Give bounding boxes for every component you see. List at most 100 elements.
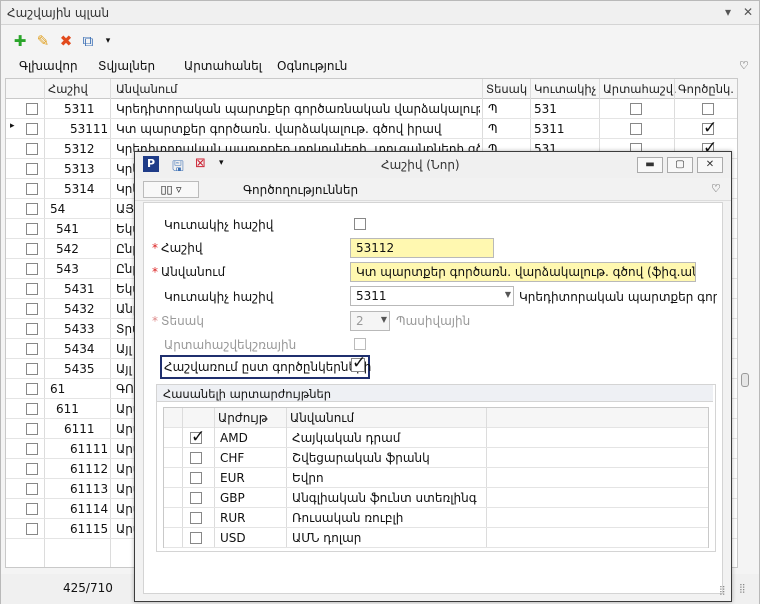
add-icon[interactable]: ✚: [11, 32, 29, 50]
currency-row[interactable]: AMD Հայկական դրամ: [164, 427, 708, 448]
col-accumulator[interactable]: Կուտակիչ: [534, 82, 596, 96]
row-select-checkbox[interactable]: [26, 423, 38, 435]
dialog-toolbar-dropdown-icon[interactable]: ▾: [219, 158, 224, 168]
currency-checkbox[interactable]: [190, 427, 205, 447]
row-select-checkbox[interactable]: [26, 463, 38, 475]
name-input[interactable]: Կտ պարտքեր գործառն. վարձակալութ. գծով (ֆ…: [350, 262, 696, 282]
row-code: 5314: [64, 182, 95, 196]
row-code: 5432: [64, 302, 95, 316]
offbalance-checkbox: [354, 338, 366, 350]
row-select-checkbox[interactable]: [26, 443, 38, 455]
grid-scrollbar[interactable]: [739, 79, 751, 567]
row-select-checkbox[interactable]: [26, 123, 38, 135]
row-select-checkbox[interactable]: [26, 103, 38, 115]
col-type[interactable]: Տեսակ: [486, 82, 527, 96]
cur-col-name[interactable]: Անվանում: [290, 411, 354, 425]
dialog-resize-grip-icon[interactable]: ⣿: [719, 586, 726, 596]
currency-name: Ռուսական ռուբլի: [292, 511, 404, 525]
currency-code: USD: [220, 531, 246, 545]
toolbar-dropdown-icon[interactable]: ▾: [99, 32, 117, 50]
row-code: 61: [50, 382, 66, 396]
dialog-title-bar: P 🖫 ⊠ ▾ Հաշիվ (Նոր) ▬ ▢ ✕: [135, 152, 731, 178]
save-close-icon[interactable]: ⊠: [195, 156, 206, 171]
currency-row[interactable]: RUR Ռուսական ռուբլի: [164, 508, 708, 528]
row-select-checkbox[interactable]: [26, 343, 38, 355]
app-logo-icon: P: [143, 156, 159, 172]
type-desc: Պասիվային: [396, 314, 471, 328]
dialog-close-button[interactable]: ✕: [697, 157, 723, 173]
currency-checkbox[interactable]: [190, 452, 202, 464]
resize-grip-icon[interactable]: ⣿: [739, 584, 746, 594]
close-icon[interactable]: ✕: [741, 5, 755, 19]
account-label: Հաշիվ: [161, 241, 203, 255]
copy-icon[interactable]: ⧉: [79, 32, 97, 50]
col-code[interactable]: Հաշիվ: [48, 82, 88, 96]
row-select-checkbox[interactable]: [26, 223, 38, 235]
row-type: Պ: [488, 102, 498, 116]
row-select-checkbox[interactable]: [26, 203, 38, 215]
dialog-actions-menu[interactable]: Գործողություններ: [243, 183, 358, 197]
row-partner-checkbox[interactable]: [702, 103, 714, 115]
row-name: Կտ պարտքեր գործառն. վարձակալութ. գծով իր…: [116, 122, 442, 136]
currency-checkbox[interactable]: [190, 512, 202, 524]
type-value: 2: [356, 314, 364, 328]
row-select-checkbox[interactable]: [26, 483, 38, 495]
name-label: Անվանում: [161, 265, 226, 279]
row-select-checkbox[interactable]: [26, 403, 38, 415]
row-select-checkbox[interactable]: [26, 323, 38, 335]
row-code: 53111: [70, 122, 109, 136]
maximize-button[interactable]: ▢: [667, 157, 693, 173]
currency-checkbox[interactable]: [190, 472, 202, 484]
row-select-checkbox[interactable]: [26, 363, 38, 375]
row-select-checkbox[interactable]: [26, 183, 38, 195]
currency-row[interactable]: GBP Անգլիական ֆունտ ստեռլինգ: [164, 488, 708, 508]
row-select-checkbox[interactable]: [26, 503, 38, 515]
title-bar: Հաշվային պլան ▾ ✕: [1, 1, 759, 25]
currency-checkbox[interactable]: [190, 492, 202, 504]
row-select-checkbox[interactable]: [26, 303, 38, 315]
accumulator-checkbox[interactable]: [354, 218, 366, 230]
row-select-checkbox[interactable]: [26, 383, 38, 395]
chevron-down-icon: ▼: [380, 315, 387, 324]
pin-icon[interactable]: ▾: [721, 5, 735, 19]
ribbon-collapse-icon[interactable]: ♡: [739, 59, 749, 72]
table-row[interactable]: 5311 Կրեդիտորական պարտքեր գործառնական վար…: [6, 99, 737, 119]
col-partner[interactable]: Գործընկ.: [678, 82, 734, 96]
row-offbalance-checkbox[interactable]: [630, 123, 642, 135]
menu-help[interactable]: Օգնություն: [277, 59, 347, 73]
row-select-checkbox[interactable]: [26, 243, 38, 255]
col-name[interactable]: Անվանում: [116, 82, 177, 96]
currency-row[interactable]: EUR Եվրո: [164, 468, 708, 488]
row-select-checkbox[interactable]: [26, 283, 38, 295]
row-partner-checkbox[interactable]: [702, 118, 717, 138]
col-offbalance[interactable]: Արտահաշվ.: [603, 82, 677, 96]
chevron-down-icon[interactable]: ▼: [505, 290, 511, 299]
row-code: 61111: [70, 442, 109, 456]
table-row[interactable]: ▸ 53111 Կտ պարտքեր գործառն. վարձակալութ. գ…: [6, 118, 737, 139]
row-code: 61114: [70, 502, 109, 516]
currency-row[interactable]: CHF Շվեցարական ֆրանկ: [164, 448, 708, 468]
row-select-checkbox[interactable]: [26, 523, 38, 535]
row-offbalance-checkbox[interactable]: [630, 103, 642, 115]
cur-col-code[interactable]: Արժույթ: [218, 411, 268, 425]
delete-icon[interactable]: ✖: [57, 32, 75, 50]
row-select-checkbox[interactable]: [26, 163, 38, 175]
menu-main[interactable]: Գլխավոր: [19, 59, 78, 73]
view-menu-button[interactable]: ▯▯ ▿: [143, 181, 199, 198]
parent-account-select[interactable]: 5311 ▼: [350, 286, 514, 306]
dialog-collapse-icon[interactable]: ♡: [711, 182, 721, 195]
row-type: Պ: [488, 122, 498, 136]
currencies-header: Արժույթ Անվանում: [164, 408, 708, 428]
scroll-thumb[interactable]: [741, 373, 749, 387]
currency-checkbox[interactable]: [190, 532, 202, 544]
account-input[interactable]: 53112: [350, 238, 494, 258]
menu-data[interactable]: Տվյալներ: [98, 59, 155, 73]
minimize-button[interactable]: ▬: [637, 157, 663, 173]
row-select-checkbox[interactable]: [26, 143, 38, 155]
edit-icon[interactable]: ✎: [34, 32, 52, 50]
currency-row[interactable]: USD ԱՄՆ դոլար: [164, 528, 708, 548]
menu-export[interactable]: Արտահանել: [184, 59, 262, 73]
partner-checkbox[interactable]: [351, 353, 366, 373]
save-icon[interactable]: 🖫: [172, 156, 184, 180]
row-select-checkbox[interactable]: [26, 263, 38, 275]
